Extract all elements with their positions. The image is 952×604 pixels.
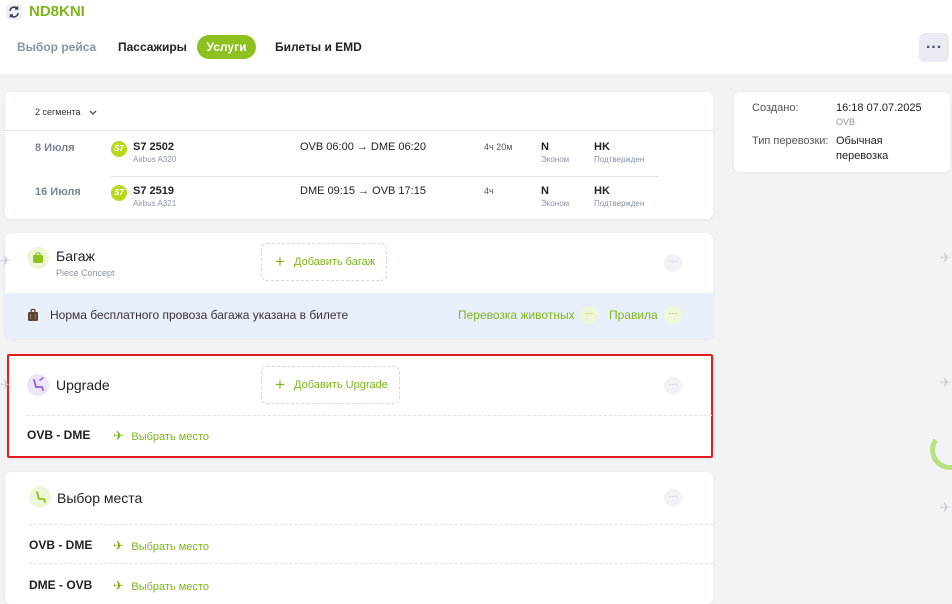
add-baggage-button[interactable]: + Добавить багаж	[261, 243, 387, 281]
decor-plane-icon: ✈	[0, 377, 11, 392]
choose-seat-label: Выбрать место	[131, 541, 209, 553]
created-place: OVB	[836, 117, 856, 127]
segment-status-code: HK	[594, 185, 610, 197]
choose-seat-button[interactable]: ✈ Выбрать место	[113, 577, 209, 595]
booking-info-card: Создано: 16:18 07.07.2025 OVB Тип перево…	[734, 92, 950, 172]
cabin-class: Эконом	[541, 155, 570, 164]
pets-transport-link[interactable]: Перевозка животных	[458, 308, 575, 322]
segment-status-code: HK	[594, 141, 610, 153]
booking-pnr: ND8KNI	[29, 3, 85, 20]
more-menu-button[interactable]: ...	[919, 33, 949, 62]
aircraft-type: Airbus A321	[133, 199, 177, 208]
flight-route: OVB 06:00 → DME 06:20	[300, 141, 426, 153]
segment-status: Подтвержден	[594, 199, 645, 208]
decor-plane-icon: ✈	[940, 500, 951, 515]
luggage-icon	[28, 308, 38, 321]
divider	[27, 415, 712, 416]
flight-duration: 4ч	[484, 186, 494, 196]
plane-icon: ✈	[113, 578, 124, 593]
baggage-more-button[interactable]: ···	[664, 254, 682, 272]
rules-link[interactable]: Правила	[609, 308, 658, 322]
plane-icon: ✈	[113, 538, 124, 553]
transport-type-value: Обычная	[836, 135, 883, 147]
tab-passengers[interactable]: Пассажиры	[118, 40, 187, 54]
upgrade-more-button[interactable]: ···	[664, 377, 682, 395]
baggage-subtitle: Piece Concept	[56, 268, 115, 278]
seat-icon	[29, 486, 51, 508]
baggage-title: Багаж	[56, 248, 95, 264]
plus-icon: +	[275, 375, 285, 394]
upgrade-route: OVB - DME	[27, 428, 91, 442]
tab-flight-selection[interactable]: Выбор рейса	[17, 40, 96, 54]
choose-seat-label: Выбрать место	[131, 581, 209, 593]
segment-date: 8 Июля	[35, 142, 75, 154]
flight-duration: 4ч 20м	[484, 142, 513, 152]
flight-route: DME 09:15 → OVB 17:15	[300, 185, 426, 197]
upgrade-title: Upgrade	[56, 377, 110, 393]
transport-type-label: Тип перевозки:	[752, 135, 829, 147]
suitcase-icon	[27, 247, 49, 269]
decor-loader-icon	[926, 426, 952, 474]
add-upgrade-label: Добавить Upgrade	[294, 379, 388, 391]
flight-number: S7 2502	[133, 141, 174, 153]
transport-type-value-cont: перевозка	[836, 150, 889, 162]
baggage-card: Багаж Piece Concept + Добавить багаж ···…	[5, 233, 713, 339]
segments-card: 2 сегмента 8 Июля S7 S7 2502 Airbus A320…	[5, 92, 713, 219]
segments-toggle-label: 2 сегмента	[35, 107, 81, 117]
plane-icon: ✈	[113, 428, 124, 443]
add-baggage-label: Добавить багаж	[294, 256, 376, 268]
seat-route: OVB - DME	[29, 538, 93, 552]
chevron-down-icon	[89, 110, 97, 115]
divider	[29, 524, 713, 525]
segment-row[interactable]: 8 Июля S7 S7 2502 Airbus A320 OVB 06:00 …	[5, 130, 713, 174]
choose-seat-button[interactable]: ✈ Выбрать место	[113, 537, 209, 555]
decor-plane-icon: ✈	[0, 253, 11, 268]
booking-class: N	[541, 185, 549, 197]
page-header: ND8KNI Выбор рейса Пассажиры Услуги Биле…	[0, 0, 952, 74]
seat-selection-card: Выбор места ··· OVB - DME ✈ Выбрать мест…	[5, 472, 713, 604]
divider	[29, 563, 713, 564]
segment-row[interactable]: 16 Июля S7 S7 2519 Airbus A321 DME 09:15…	[5, 174, 713, 218]
segments-toggle[interactable]: 2 сегмента	[35, 107, 98, 117]
upgrade-card: Upgrade + Добавить Upgrade ··· OVB - DME…	[7, 354, 713, 458]
airline-logo-icon: S7	[111, 185, 127, 201]
booking-class: N	[541, 141, 549, 153]
decor-plane-icon: ✈	[940, 375, 951, 390]
seat-upgrade-icon	[27, 374, 49, 396]
rules-more-button[interactable]: ···	[664, 306, 682, 324]
choose-seat-label: Выбрать место	[131, 431, 209, 443]
refresh-icon[interactable]	[6, 4, 22, 20]
decor-plane-icon: ✈	[940, 250, 951, 265]
created-value: 16:18 07.07.2025	[836, 102, 922, 114]
baggage-norm-text: Норма бесплатного провоза багажа указана…	[50, 308, 349, 322]
aircraft-type: Airbus A320	[133, 155, 177, 164]
choose-seat-button[interactable]: ✈ Выбрать место	[113, 427, 209, 445]
tab-tickets-emd[interactable]: Билеты и EMD	[275, 40, 362, 54]
pets-more-button[interactable]: ···	[580, 306, 598, 324]
seat-selection-title: Выбор места	[57, 490, 143, 506]
airline-logo-icon: S7	[111, 141, 127, 157]
seat-more-button[interactable]: ···	[664, 489, 682, 507]
cabin-class: Эконом	[541, 199, 570, 208]
tab-services[interactable]: Услуги	[197, 35, 256, 59]
segment-date: 16 Июля	[35, 186, 81, 198]
segment-status: Подтвержден	[594, 155, 645, 164]
seat-route: DME - OVB	[29, 578, 93, 592]
add-upgrade-button[interactable]: + Добавить Upgrade	[261, 366, 400, 404]
flight-number: S7 2519	[133, 185, 174, 197]
plus-icon: +	[275, 252, 285, 271]
baggage-info-banner: Норма бесплатного провоза багажа указана…	[5, 293, 713, 339]
created-label: Создано:	[752, 102, 799, 114]
